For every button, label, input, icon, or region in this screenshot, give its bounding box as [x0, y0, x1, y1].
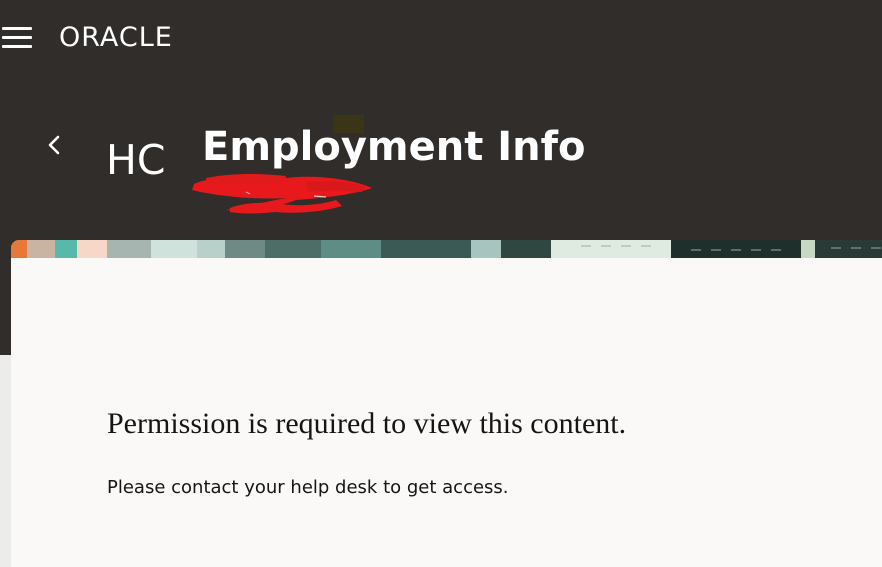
permission-heading: Permission is required to view this cont… [107, 407, 627, 440]
oracle-logo: ORACLE [59, 22, 173, 53]
permission-help-text: Please contact your help desk to get acc… [107, 477, 509, 498]
decorative-banner [11, 240, 882, 258]
back-button[interactable] [40, 128, 68, 162]
avatar: HC [106, 136, 166, 184]
redaction-scribble [192, 174, 372, 214]
page-title: Employment Info [202, 124, 586, 170]
chevron-left-icon [48, 135, 60, 155]
hamburger-menu-icon[interactable] [0, 24, 34, 52]
side-gutter [0, 355, 11, 567]
page: ORACLE HC Employment Info Permission is … [0, 0, 882, 567]
content-card: Permission is required to view this cont… [11, 240, 882, 567]
